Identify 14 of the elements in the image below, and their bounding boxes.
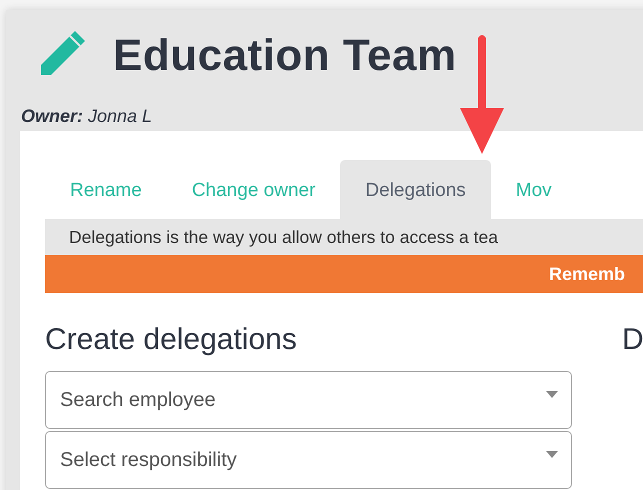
caret-icon	[546, 391, 558, 398]
tab[interactable]: Rename	[45, 160, 167, 219]
dropdown-field[interactable]: Select responsibility	[45, 431, 572, 489]
notice-bar: Rememb	[45, 255, 643, 293]
tab[interactable]: Change owner	[166, 160, 340, 219]
section-heading: Create delegations	[45, 323, 298, 357]
info-bar: Delegations is the way you allow others to access a tea	[45, 219, 643, 255]
tab[interactable]: Mov	[490, 160, 577, 219]
tab[interactable]: Delegations	[340, 160, 491, 219]
dropdown-field[interactable]: Search employee	[45, 371, 572, 429]
section-heading: D	[622, 323, 643, 358]
page-title: Education Team	[113, 31, 457, 81]
owner-line: Owner: Jonna L	[21, 106, 154, 127]
caret-icon	[546, 451, 558, 458]
